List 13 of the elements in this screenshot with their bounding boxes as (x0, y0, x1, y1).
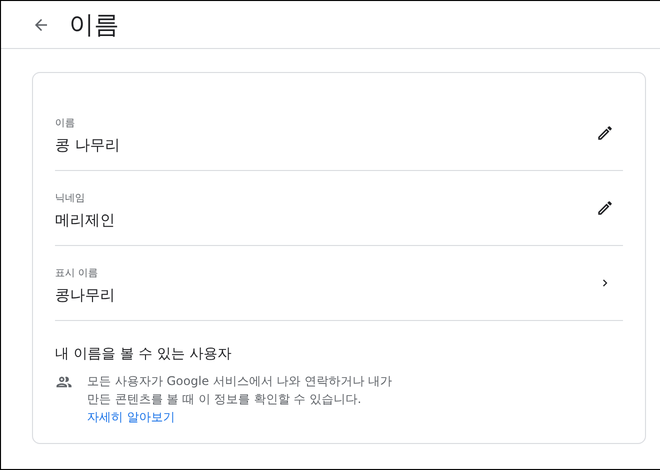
field-value: 콩 나무리 (55, 136, 121, 154)
edit-icon (596, 199, 614, 217)
edit-icon (596, 124, 614, 142)
field-label: 닉네임 (55, 192, 86, 204)
field-label: 이름 (55, 116, 76, 130)
section-title: 내 이름을 볼 수 있는 사용자 (55, 345, 232, 363)
description-text: 모든 사용자가 Google 서비스에서 나와 연락하거나 내가 (87, 373, 392, 389)
field-value: 콩나무리 (55, 286, 116, 304)
learn-more-link[interactable]: 자세히 알아보기 (87, 409, 392, 425)
field-value: 메리제인 (55, 210, 116, 230)
page-title: 이름 (69, 10, 119, 40)
field-label: 표시 이름 (55, 266, 100, 280)
description-text: 만든 콘텐츠를 볼 때 이 정보를 확인할 수 있습니다. (87, 391, 362, 407)
